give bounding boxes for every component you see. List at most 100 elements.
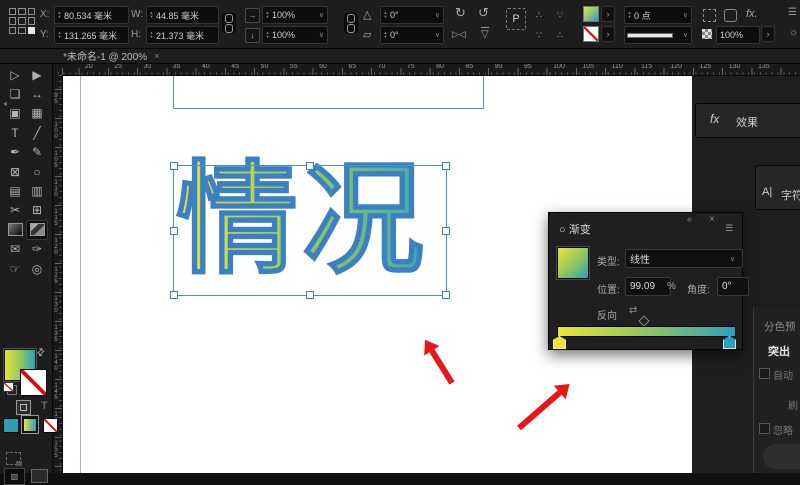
selection-handle[interactable] (442, 291, 450, 299)
collapse-panel-icon[interactable]: « (687, 214, 692, 224)
close-icon[interactable]: × (154, 51, 159, 61)
content-placer-tool[interactable]: ▦ (26, 104, 48, 123)
panel-menu-icon[interactable]: ☰ (788, 7, 797, 18)
screen-mode-icon[interactable]: ☼ (789, 27, 798, 38)
stepper-icon[interactable]: ▲ ▼ (55, 31, 64, 39)
flip-horizontal-icon[interactable]: ▷◁ (452, 27, 466, 41)
constrain-scale-chain-icon[interactable] (344, 13, 358, 33)
proxy-dot[interactable] (27, 8, 35, 16)
gradient-stop-end[interactable] (723, 336, 736, 349)
gradient-angle-field[interactable]: 0° (717, 277, 749, 296)
proxy-dot[interactable] (9, 17, 17, 25)
selection-handle[interactable] (170, 162, 178, 170)
effects-fx-button[interactable]: fx. (746, 7, 758, 21)
character-panel-header[interactable]: A| 字符 (755, 165, 800, 210)
proxy-dot[interactable] (9, 26, 17, 34)
select-container-button[interactable]: P (506, 8, 526, 30)
constrain-dimensions-chain-icon[interactable] (222, 13, 236, 33)
flip-vertical-icon[interactable]: ▽ (481, 27, 489, 42)
rotate-cw-icon[interactable]: ↻ (455, 6, 466, 20)
eyedropper-tool[interactable]: ✑ (26, 240, 48, 259)
selection-handle[interactable] (442, 162, 450, 170)
stepper-icon[interactable]: ▲ ▼ (263, 11, 272, 19)
vertical-ruler[interactable]: 95100105110115120125130135140145150155 (52, 75, 63, 473)
corner-radius-icon[interactable] (724, 9, 737, 22)
view-options-icon[interactable] (6, 452, 22, 466)
shear-field[interactable]: ▲ ▼ 0° ∨ (380, 26, 444, 44)
chevron-down-icon[interactable]: ∨ (680, 31, 691, 39)
chevron-down-icon[interactable]: ∨ (432, 11, 443, 19)
scissors-tool[interactable]: ✂ (4, 201, 26, 220)
fill-color-swatch[interactable] (583, 6, 599, 22)
opacity-field[interactable]: 100% (716, 26, 760, 44)
hand-tool[interactable]: ☞ (4, 259, 26, 278)
apply-color-button[interactable] (3, 418, 19, 433)
gradient-feather-tool[interactable] (26, 220, 48, 240)
chevron-down-icon[interactable]: ∨ (316, 11, 327, 19)
proxy-dot[interactable] (9, 8, 17, 16)
chevron-down-icon[interactable]: ∨ (727, 255, 738, 263)
stepper-icon[interactable]: ▲ ▼ (147, 11, 156, 19)
content-collector-tool[interactable]: ▣ (4, 104, 26, 123)
empty-text-frame[interactable] (173, 75, 484, 109)
selection-handle[interactable] (306, 291, 314, 299)
note-tool[interactable]: ✉ (4, 240, 26, 259)
free-transform-tool[interactable]: ⊞ (26, 201, 48, 220)
chevron-down-icon[interactable]: ∨ (680, 11, 691, 19)
selection-handle[interactable] (170, 291, 178, 299)
zoom-tool[interactable]: ◎ (26, 259, 48, 278)
reverse-gradient-icon[interactable]: ⇄ (629, 305, 637, 316)
panel-menu-icon[interactable]: ☰ (725, 223, 733, 234)
formatting-affects-container-button[interactable] (16, 400, 31, 415)
x-field[interactable]: ▲ ▼ 80.534 毫米 (54, 6, 129, 24)
selection-handle[interactable] (170, 226, 178, 235)
gradient-midpoint-handle[interactable] (638, 315, 650, 327)
horizontal-ruler[interactable]: 20 25 30 35 40 45 50 55 60 65 70 75 80 85 90 95 100 105 11… (52, 63, 800, 76)
selection-tool[interactable]: ▷ (4, 65, 26, 84)
vertical-grid-tool[interactable]: ▥ (26, 181, 48, 200)
fill-flyout-icon[interactable]: › (601, 6, 615, 22)
select-next-object-icon[interactable]: ∵ (557, 8, 563, 22)
proxy-dot[interactable] (18, 26, 26, 34)
pencil-tool[interactable]: ✎ (26, 143, 48, 162)
apply-gradient-button[interactable] (21, 415, 39, 434)
rotate-ccw-icon[interactable]: ↺ (478, 6, 489, 20)
y-field[interactable]: ▲ ▼ 131.265 毫米 (54, 26, 129, 44)
apply-none-button[interactable] (43, 418, 58, 433)
dock-collapse-icon[interactable]: ◂ (3, 99, 7, 108)
chevron-down-icon[interactable]: ∨ (316, 31, 327, 39)
select-prev-object-icon[interactable]: ∴ (557, 28, 563, 42)
h-field[interactable]: ▲ ▼ 21.373 毫米 (146, 26, 219, 44)
default-fill-stroke-icon[interactable] (3, 382, 17, 395)
direct-selection-tool[interactable]: ▶ (26, 65, 48, 84)
pen-tool[interactable]: ✒ (4, 143, 26, 162)
type-tool[interactable]: T (4, 123, 26, 142)
w-field[interactable]: ▲ ▼ 44.85 毫米 (146, 6, 219, 24)
gap-tool[interactable]: ↔ (26, 84, 48, 103)
stepper-icon[interactable]: ▲ ▼ (381, 11, 390, 19)
gradient-position-field[interactable]: 99.09 (625, 277, 671, 296)
preview-mode-button[interactable] (31, 469, 48, 483)
rotation-field[interactable]: ▲ ▼ 0° ∨ (380, 6, 444, 24)
scale-x-field[interactable]: ▲ ▼ 100% ∨ (262, 6, 328, 24)
panel-button[interactable] (763, 444, 800, 469)
proxy-dot[interactable] (27, 17, 35, 25)
stroke-swatch-none[interactable] (20, 369, 47, 396)
auto-checkbox[interactable] (759, 368, 770, 379)
proxy-dot[interactable] (18, 17, 26, 25)
horizontal-grid-tool[interactable]: ▤ (4, 181, 26, 200)
stroke-style-dropdown[interactable]: ∨ (624, 26, 692, 44)
stepper-icon[interactable]: ▲ ▼ (147, 31, 156, 39)
page-tool[interactable]: ❏ (4, 84, 26, 103)
stepper-icon[interactable]: ▲ ▼ (55, 11, 64, 19)
corner-options-icon[interactable] (703, 9, 716, 22)
gradient-stop-start[interactable] (553, 336, 566, 349)
ruler-guide[interactable] (80, 75, 81, 473)
document-tab[interactable]: *未命名-1 @ 200% × (55, 48, 167, 64)
gradient-swatch-tool[interactable] (4, 220, 26, 239)
line-tool[interactable]: ╱ (26, 123, 48, 142)
selection-bounding-box[interactable] (170, 162, 450, 299)
gradient-preview-swatch[interactable] (556, 246, 590, 280)
selection-handle[interactable] (306, 162, 314, 170)
ellipse-tool[interactable]: ○ (26, 162, 48, 181)
